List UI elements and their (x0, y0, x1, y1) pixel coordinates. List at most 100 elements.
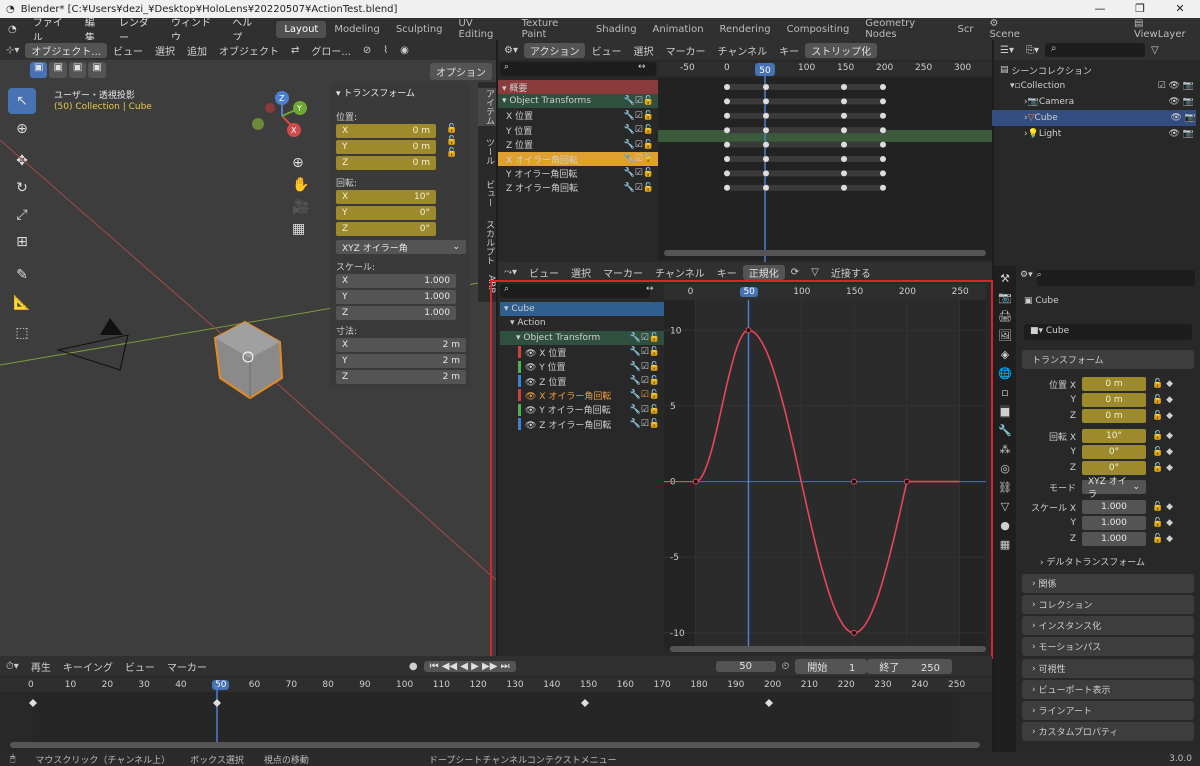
constraints-tab-icon[interactable]: ⛓ (998, 481, 1012, 494)
tab-animation[interactable]: Animation (645, 21, 712, 38)
graph-swap-icon[interactable]: ↔ (646, 284, 654, 294)
scene-tab-icon[interactable]: ◈ (1001, 348, 1009, 361)
channel-toggles-icon[interactable]: 🔧☑🔓 (624, 111, 658, 121)
timeline-editor-type-icon[interactable]: ⏱▾ (0, 661, 25, 672)
graph-channel[interactable]: ▾ Action (500, 316, 664, 330)
sidebar-tab-view[interactable]: ビュー (478, 176, 496, 210)
graph-channel[interactable]: 👁 Y 位置 🔧☑🔓 (500, 360, 664, 374)
graph-menu-channel[interactable]: チャンネル (649, 265, 711, 280)
keying-menu[interactable]: キーイング (57, 659, 119, 674)
grid-ortho-icon[interactable]: ▦ (292, 221, 309, 237)
rotation-mode-dropdown[interactable]: XYZ オイラ ⌄ (1082, 477, 1146, 500)
tool-tab-icon[interactable]: ⚒ (1000, 272, 1010, 285)
section-collections[interactable]: › コレクション (1022, 595, 1194, 614)
graph-channel[interactable]: 👁 Y オイラー角回転 🔧☑🔓 (500, 403, 664, 417)
tab-sculpting[interactable]: Sculpting (388, 21, 451, 38)
playback-menu[interactable]: 再生 (25, 659, 57, 674)
channel-toggles-icon[interactable]: 🔧☑🔓 (630, 419, 664, 429)
dopesheet-channel[interactable]: X オイラー角回転 🔧☑🔓 (498, 152, 658, 166)
pivot-icon[interactable]: ⊘ (357, 45, 377, 56)
lock-icon[interactable]: 🔓 ◆ (1152, 411, 1173, 421)
sidebar-tab-arp[interactable]: ARP (478, 272, 496, 296)
location-x-field[interactable]: X0 m (336, 124, 436, 138)
dopesheet-channel[interactable]: X 位置 🔧☑🔓 (498, 109, 658, 123)
current-frame-field[interactable]: 50 (715, 660, 776, 672)
particles-tab-icon[interactable]: ⁂ (1000, 443, 1011, 456)
section-instancing[interactable]: › インスタンス化 (1022, 616, 1194, 635)
dopesheet-menu-marker[interactable]: マーカー (659, 43, 711, 58)
graph-snap-select[interactable]: 近接する (825, 265, 877, 280)
modifier-tab-icon[interactable]: 🔧 (998, 424, 1012, 437)
scale-y-field[interactable]: Y 1.000 (336, 290, 456, 304)
end-frame-field[interactable]: 終了 250 (867, 658, 952, 674)
outliner-item[interactable]: › 📷 Camera 👁 📷 (1024, 94, 1194, 110)
timeline-menu-marker[interactable]: マーカー (161, 659, 213, 674)
lock-icon[interactable]: 🔓 ◆ (1152, 395, 1173, 405)
orientation-icon[interactable]: ⇄ (285, 45, 305, 56)
section-visibility[interactable]: › 可視性 (1022, 659, 1194, 678)
viewport-menu-view[interactable]: ビュー (107, 43, 149, 58)
dopesheet-menu-select[interactable]: 選択 (627, 43, 659, 58)
channel-toggles-icon[interactable]: 🔧☑🔓 (630, 390, 664, 400)
graph-channel[interactable]: 👁 X 位置 🔧☑🔓 (500, 345, 664, 359)
graph-channel[interactable]: 👁 Z 位置 🔧☑🔓 (500, 374, 664, 388)
channel-toggles-icon[interactable]: 🔧☑🔓 (624, 183, 658, 193)
checkbox-icon[interactable]: ☑ 👁 📷 (1158, 81, 1194, 91)
properties-editor-type-icon[interactable]: ⚙▾ (1020, 270, 1033, 286)
lock-icon[interactable]: 🔓 ◆ (1152, 534, 1173, 544)
zoom-icon[interactable]: ⊕ (292, 155, 309, 171)
scene-selector[interactable]: ⚙ Scene (981, 15, 1036, 43)
channel-toggles-icon[interactable]: 🔧☑🔓 (630, 362, 664, 372)
lock-icon[interactable]: 🔓 (446, 124, 457, 134)
dimension-x-field[interactable]: X2 m (336, 338, 466, 352)
location-y-field[interactable]: Y0 m (336, 140, 436, 154)
auto-normalize-icon[interactable]: ⟳ (785, 267, 805, 278)
outliner-search-input[interactable]: ⌕ (1045, 43, 1146, 57)
dopesheet-menu-key[interactable]: キー (773, 43, 805, 58)
stash-button[interactable]: ストリップ化 (805, 42, 878, 58)
graph-filter-icon[interactable]: ▽ (805, 267, 825, 278)
blender-menu-icon[interactable]: ◔ (0, 24, 25, 35)
data-tab-icon[interactable]: ▽ (1001, 500, 1009, 513)
graph-ruler[interactable] (664, 284, 986, 300)
dopesheet-mode-select[interactable]: アクション (523, 42, 586, 58)
minimize-button[interactable]: — (1080, 0, 1120, 18)
normalize-toggle[interactable]: 正規化 (742, 264, 785, 280)
pan-hand-icon[interactable]: ✋ (292, 177, 309, 193)
outliner-editor-type-icon[interactable]: ☰▾ (994, 45, 1020, 56)
tab-uv-editing[interactable]: UV Editing (451, 15, 514, 43)
section-motion-paths[interactable]: › モーションパス (1022, 637, 1194, 656)
properties-search-input[interactable]: ⌕ (1036, 270, 1195, 286)
fcurve-plot[interactable]: 10 5 0 -5 -10 (664, 300, 986, 648)
outliner-scene-collection[interactable]: ▤ シーンコレクション (1000, 62, 1194, 78)
outliner-display-mode-icon[interactable]: ⎘▾ (1020, 45, 1045, 56)
channel-toggles-icon[interactable]: 🔧☑🔓 (624, 154, 658, 164)
section-custom-properties[interactable]: › カスタムプロパティ (1022, 722, 1194, 741)
tab-scripting[interactable]: Scr (949, 21, 981, 38)
filter-icon[interactable]: ▽ (1145, 45, 1165, 56)
lock-icon[interactable]: 🔓 ◆ (1152, 447, 1173, 457)
dopesheet-scrollbar[interactable] (664, 250, 986, 256)
section-line-art[interactable]: › ラインアート (1022, 701, 1194, 720)
tab-rendering[interactable]: Rendering (712, 21, 779, 38)
channel-toggles-icon[interactable]: 🔧☑🔓 (624, 125, 658, 135)
dimension-y-field[interactable]: Y2 m (336, 354, 466, 368)
location-z-field[interactable]: Z0 m (336, 156, 436, 170)
lock-icon[interactable]: 🔓 ◆ (1152, 463, 1173, 473)
viewport-menu-object[interactable]: オブジェクト (213, 43, 285, 58)
dopesheet-editor-type-icon[interactable]: ⚙▾ (498, 45, 524, 56)
camera-view-icon[interactable]: 🎥 (292, 199, 309, 215)
dopesheet-channel[interactable]: Y 位置 🔧☑🔓 (498, 123, 658, 137)
outliner-item[interactable]: › ▽ Cube 👁 📷 (992, 110, 1196, 126)
view-layer-tab-icon[interactable]: 🖼 (998, 329, 1012, 342)
sidebar-tab-sculpt[interactable]: スカルプト (478, 218, 496, 266)
graph-search-input[interactable]: ⌕ (500, 284, 650, 298)
section-viewport-display[interactable]: › ビューポート表示 (1022, 680, 1194, 699)
timeline-menu-view[interactable]: ビュー (119, 659, 161, 674)
lock-icon[interactable]: 🔓 (446, 148, 457, 158)
editor-type-icon[interactable]: ⊹▾ (0, 45, 25, 56)
world-tab-icon[interactable]: 🌐 (998, 367, 1012, 380)
lock-icon[interactable]: 🔓 ◆ (1152, 502, 1173, 512)
physics-tab-icon[interactable]: ◎ (1000, 462, 1010, 475)
tab-layout[interactable]: Layout (276, 20, 327, 38)
